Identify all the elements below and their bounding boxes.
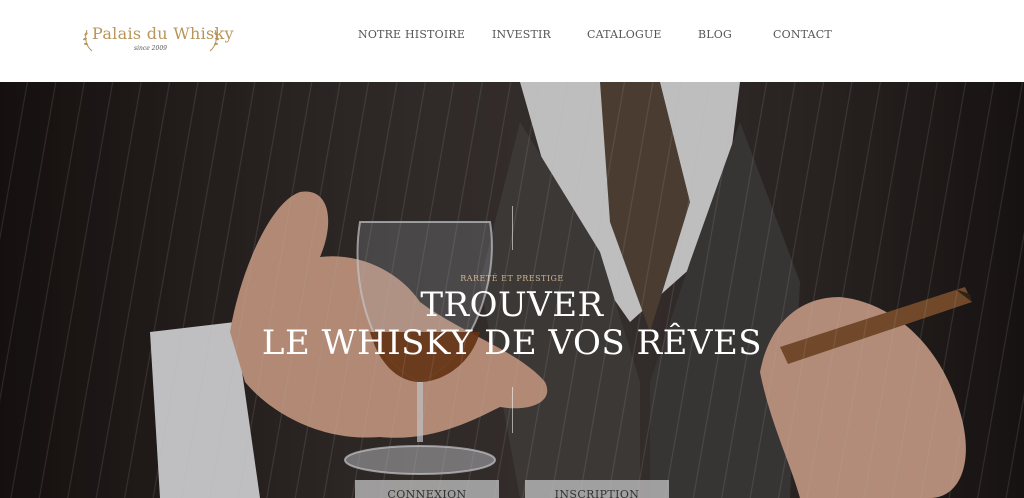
- brand-tagline: since 2009: [134, 45, 167, 52]
- hero-divider-bottom: [512, 387, 513, 433]
- nav-item-investir[interactable]: INVESTIR: [492, 28, 551, 41]
- hero-divider-top: [512, 206, 513, 250]
- nav-item-notre-histoire[interactable]: NOTRE HISTOIRE: [358, 28, 465, 41]
- laurel-right-icon: [209, 29, 219, 52]
- hero-section: RARETÉ ET PRESTIGE TROUVER LE WHISKY DE …: [0, 82, 1024, 498]
- site-header: Palais du Whisky since 2009 NOTRE HISTOI…: [0, 0, 1024, 82]
- login-button[interactable]: CONNEXION: [355, 480, 499, 498]
- hero-title-line-2: LE WHISKY DE VOS RÊVES: [261, 323, 763, 363]
- nav-item-contact[interactable]: CONTACT: [773, 28, 832, 41]
- signup-button[interactable]: INSCRIPTION: [525, 480, 669, 498]
- nav-item-catalogue[interactable]: CATALOGUE: [587, 28, 662, 41]
- hero-title-line-1: TROUVER: [420, 285, 604, 325]
- brand-logo[interactable]: Palais du Whisky since 2009: [82, 22, 234, 58]
- hero-kicker: RARETÉ ET PRESTIGE: [460, 274, 564, 283]
- nav-item-blog[interactable]: BLOG: [698, 28, 732, 41]
